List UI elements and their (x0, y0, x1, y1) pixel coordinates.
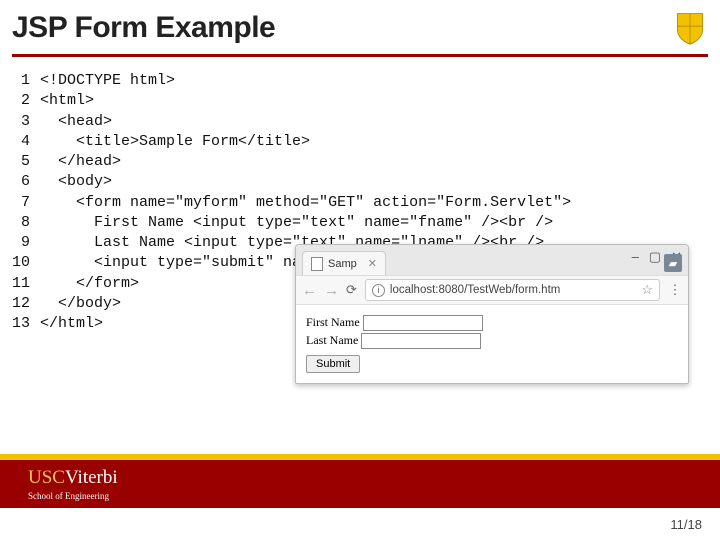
nav-forward-icon[interactable]: → (324, 282, 338, 299)
browser-toolbar: ← → ⟳ i localhost:8080/TestWeb/form.htm … (296, 275, 688, 305)
nav-back-icon[interactable]: ← (302, 282, 316, 299)
page-number: 11/18 (670, 517, 702, 532)
profile-avatar-icon[interactable]: ▰ (664, 254, 682, 272)
url-bar[interactable]: i localhost:8080/TestWeb/form.htm ☆ (365, 279, 660, 301)
last-name-label: Last Name (306, 333, 358, 347)
footer-band: USCViterbi School of Engineering (0, 454, 720, 508)
document-icon (311, 257, 323, 271)
brand-viterbi: Viterbi (65, 467, 118, 488)
page-body: First Name Last Name (296, 305, 688, 383)
browser-tabbar: Samp ✕ – ▢ ✕ ▰ (296, 245, 688, 275)
usc-shield-icon (672, 10, 708, 46)
slide-header: JSP Form Example (0, 0, 720, 54)
submit-button[interactable] (306, 355, 360, 373)
tab-title: Samp (328, 258, 357, 270)
window-minimize-icon[interactable]: – (632, 249, 639, 265)
last-name-input[interactable] (361, 333, 481, 349)
reload-icon[interactable]: ⟳ (346, 282, 357, 298)
browser-window: Samp ✕ – ▢ ✕ ▰ ← → ⟳ i localhost:8080/Te… (295, 244, 689, 384)
site-info-icon[interactable]: i (372, 284, 385, 297)
footer-brand: USCViterbi (28, 467, 118, 489)
window-maximize-icon[interactable]: ▢ (649, 249, 661, 265)
first-name-input[interactable] (363, 315, 483, 331)
browser-menu-icon[interactable]: ⋮ (668, 282, 682, 298)
bookmark-star-icon[interactable]: ☆ (641, 282, 653, 298)
line-numbers: 1 2 3 4 5 6 7 8 9 10 11 12 13 (12, 71, 40, 334)
browser-tab[interactable]: Samp ✕ (302, 251, 386, 275)
footer-school: School of Engineering (28, 491, 118, 501)
brand-usc: USC (28, 467, 65, 488)
first-name-label: First Name (306, 315, 360, 329)
tab-close-icon[interactable]: ✕ (368, 257, 377, 270)
slide-title: JSP Form Example (12, 11, 275, 45)
url-text: localhost:8080/TestWeb/form.htm (390, 284, 560, 296)
